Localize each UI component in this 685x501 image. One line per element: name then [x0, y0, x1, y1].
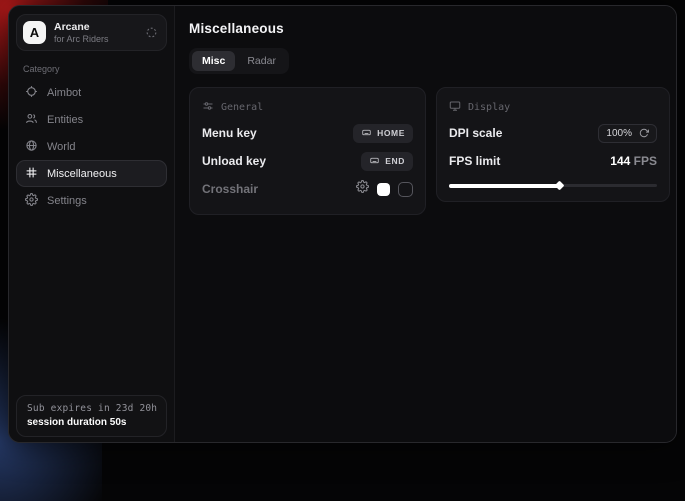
gear-icon: [25, 193, 38, 209]
fps-slider-fill: [449, 184, 559, 188]
loader-circle-icon[interactable]: [145, 26, 158, 39]
unload-key-value: END: [385, 156, 405, 166]
tab-misc[interactable]: Misc: [192, 51, 235, 71]
app-titles: Arcane for Arc Riders: [54, 21, 137, 44]
unload-key-row: Unload key END: [202, 148, 413, 174]
dpi-scale-label: DPI scale: [449, 126, 502, 140]
category-label: Category: [23, 64, 160, 74]
menu-key-label: Menu key: [202, 126, 257, 140]
fps-limit-row: FPS limit 144 FPS: [449, 148, 657, 174]
sidebar-item-world[interactable]: World: [16, 133, 167, 160]
crosshair-row: Crosshair: [202, 176, 413, 202]
keyboard-icon: [361, 128, 372, 139]
grid-icon: [25, 166, 38, 182]
keyboard-icon: [369, 156, 380, 167]
fps-slider[interactable]: [449, 179, 657, 191]
fps-slider-thumb[interactable]: [555, 181, 565, 191]
sub-expiry-text: Sub expires in 23d 20h: [27, 403, 156, 414]
sidebar-item-settings[interactable]: Settings: [16, 187, 167, 214]
fps-number: 144: [610, 154, 630, 168]
display-card-title: Display: [468, 102, 510, 113]
app-subtitle: for Arc Riders: [54, 34, 137, 45]
app-title: Arcane: [54, 21, 137, 34]
cards-row: General Menu key HOME Unload key: [189, 87, 670, 215]
fps-limit-value: 144 FPS: [610, 154, 657, 168]
sidebar-spacer: [16, 214, 167, 395]
entities-icon: [25, 112, 38, 128]
general-card-title: General: [221, 102, 263, 113]
sidebar-item-miscellaneous[interactable]: Miscellaneous: [16, 160, 167, 187]
sidebar-item-aimbot[interactable]: Aimbot: [16, 79, 167, 106]
app-window: A Arcane for Arc Riders Category Aimbot: [8, 5, 677, 443]
monitor-icon: [449, 100, 461, 115]
globe-icon: [25, 139, 38, 155]
sidebar-item-label: Aimbot: [47, 87, 81, 99]
dpi-scale-control[interactable]: 100%: [598, 124, 657, 143]
display-card: Display DPI scale 100% FPS limit 144: [436, 87, 670, 202]
sidebar: A Arcane for Arc Riders Category Aimbot: [9, 6, 175, 442]
gear-icon[interactable]: [356, 180, 369, 198]
crosshair-icon: [25, 85, 38, 101]
dpi-scale-value: 100%: [606, 128, 632, 139]
sidebar-item-label: Settings: [47, 195, 87, 207]
fps-limit-label: FPS limit: [449, 154, 500, 168]
app-header-card: A Arcane for Arc Riders: [16, 14, 167, 51]
dpi-scale-row: DPI scale 100%: [449, 120, 657, 146]
sidebar-item-label: World: [47, 141, 76, 153]
sidebar-item-label: Entities: [47, 114, 83, 126]
unload-key-button[interactable]: END: [361, 152, 413, 171]
tab-radar[interactable]: Radar: [237, 51, 286, 71]
main-content: Miscellaneous Misc Radar General Menu ke…: [175, 6, 676, 442]
general-card-header: General: [202, 100, 413, 115]
sidebar-nav: Aimbot Entities World Miscellaneous: [16, 79, 167, 214]
general-card: General Menu key HOME Unload key: [189, 87, 426, 215]
crosshair-controls: [356, 180, 413, 198]
refresh-icon[interactable]: [639, 128, 649, 138]
menu-key-button[interactable]: HOME: [353, 124, 413, 143]
sidebar-item-entities[interactable]: Entities: [16, 106, 167, 133]
session-duration-text: session duration 50s: [27, 417, 156, 428]
menu-key-value: HOME: [377, 128, 405, 138]
sliders-icon: [202, 100, 214, 115]
crosshair-label: Crosshair: [202, 182, 258, 196]
display-card-header: Display: [449, 100, 657, 115]
subscription-card: Sub expires in 23d 20h session duration …: [16, 395, 167, 437]
unload-key-label: Unload key: [202, 154, 266, 168]
app-logo: A: [23, 21, 46, 44]
fps-unit: FPS: [634, 154, 657, 168]
menu-key-row: Menu key HOME: [202, 120, 413, 146]
crosshair-color-swatch[interactable]: [377, 183, 390, 196]
tab-bar: Misc Radar: [189, 48, 289, 74]
crosshair-checkbox[interactable]: [398, 182, 413, 197]
sidebar-item-label: Miscellaneous: [47, 168, 117, 180]
page-title: Miscellaneous: [189, 21, 670, 36]
